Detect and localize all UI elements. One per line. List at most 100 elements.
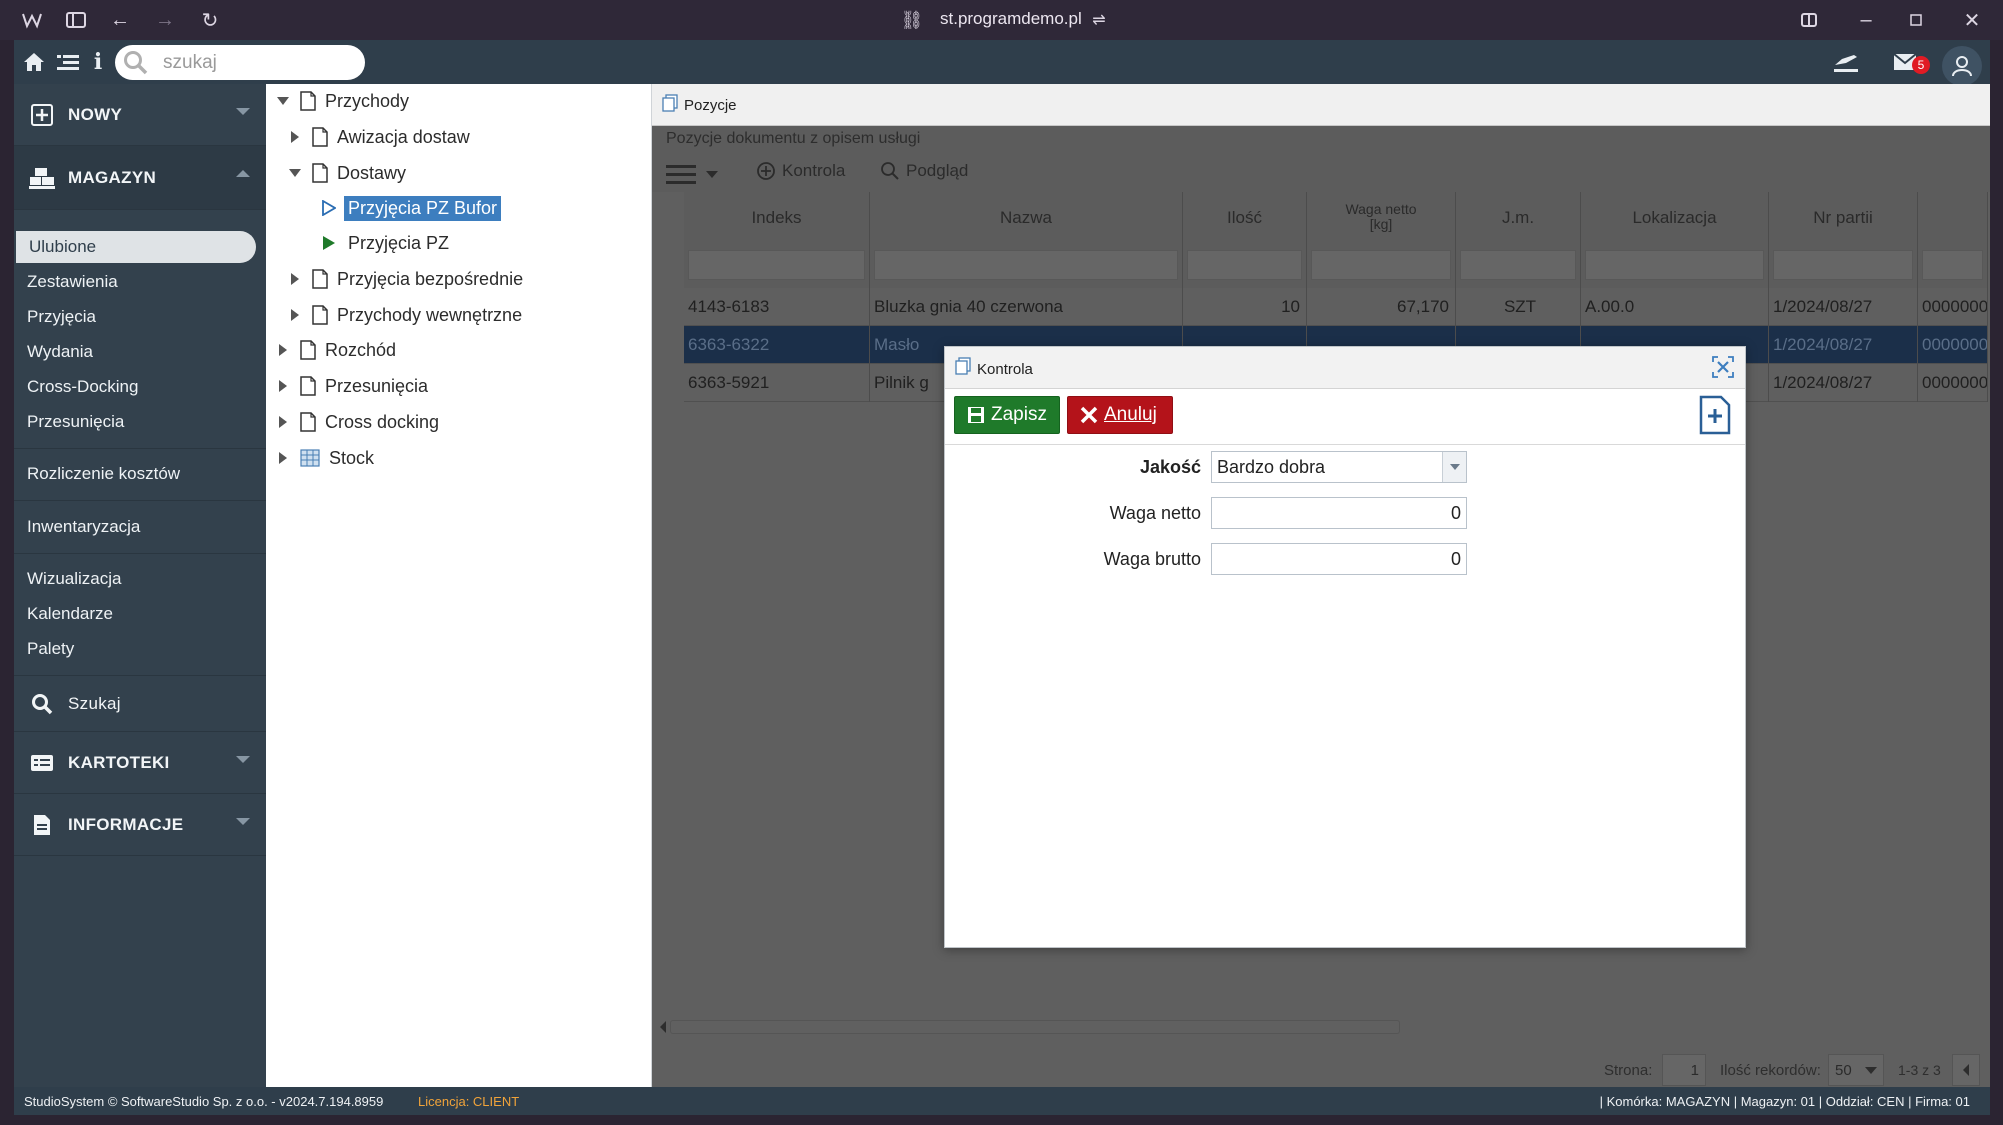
page-input[interactable]: 1 xyxy=(1662,1054,1706,1086)
document-icon xyxy=(312,127,328,147)
add-document-icon[interactable] xyxy=(1699,395,1731,435)
tree-item-stock[interactable]: Stock xyxy=(276,443,374,473)
column-header-ilosc[interactable]: Ilość xyxy=(1183,192,1307,242)
filter-cell[interactable] xyxy=(1581,242,1769,288)
tree-item-przychody[interactable]: Przychody xyxy=(276,86,409,116)
scrollbar-thumb[interactable] xyxy=(670,1020,1400,1034)
caret-right-icon[interactable] xyxy=(276,343,290,357)
nav-item-rozliczenie-kosztow[interactable]: Rozliczenie kosztów xyxy=(14,458,266,490)
column-header-lokalizacja[interactable]: Lokalizacja xyxy=(1581,192,1769,242)
nav-item-przyjecia[interactable]: Przyjęcia xyxy=(14,301,266,333)
nav-item-palety[interactable]: Palety xyxy=(14,633,266,665)
tree-item-awizacja-dostaw[interactable]: Awizacja dostaw xyxy=(288,122,470,152)
nav-item-inwentaryzacja[interactable]: Inwentaryzacja xyxy=(14,511,266,543)
minimize-icon[interactable]: – xyxy=(1852,6,1880,34)
chevron-down-icon[interactable] xyxy=(236,108,250,115)
split-view-icon[interactable] xyxy=(1795,6,1823,34)
net-weight-input[interactable]: 0 xyxy=(1211,497,1467,529)
site-settings-icon[interactable]: ⇌ xyxy=(1085,6,1113,34)
filter-cell[interactable] xyxy=(1918,242,1988,288)
filter-cell[interactable] xyxy=(684,242,870,288)
chevron-down-icon[interactable] xyxy=(236,756,250,763)
user-icon[interactable] xyxy=(1942,46,1982,86)
sidebar-toggle-icon[interactable] xyxy=(62,6,90,34)
prev-page-button[interactable] xyxy=(1952,1054,1980,1086)
close-icon[interactable] xyxy=(1711,355,1735,379)
cell-jm: SZT xyxy=(1456,288,1581,326)
cancel-button[interactable]: Anuluj xyxy=(1067,396,1173,434)
tree-item-dostawy[interactable]: Dostawy xyxy=(288,158,406,188)
nav-item-cross-docking[interactable]: Cross-Docking xyxy=(14,371,266,403)
tree-item-przyjecia-pz[interactable]: Przyjęcia PZ xyxy=(322,228,453,258)
nav-item-wizualizacja[interactable]: Wizualizacja xyxy=(14,563,266,595)
nav-section-informacje[interactable]: INFORMACJE xyxy=(14,794,266,856)
menu-list-icon[interactable] xyxy=(54,48,82,76)
column-header-jm[interactable]: J.m. xyxy=(1456,192,1581,242)
app-window: i 5 NOWY MAGAZYN xyxy=(14,40,1990,1115)
nav-section-label: KARTOTEKI xyxy=(68,752,170,772)
nav-item-kalendarze[interactable]: Kalendarze xyxy=(14,598,266,630)
chevron-down-icon[interactable] xyxy=(1442,452,1466,482)
podglad-button[interactable]: Podgląd xyxy=(880,161,968,181)
cell-waga-netto: 67,170 xyxy=(1307,288,1456,326)
caret-right-icon[interactable] xyxy=(276,451,290,465)
tree-item-przesuniecia[interactable]: Przesunięcia xyxy=(276,371,428,401)
column-header-extra[interactable] xyxy=(1918,192,1988,242)
table-row[interactable]: 4143-6183 Bluzka gnia 40 czerwona 10 67,… xyxy=(684,288,1988,326)
filter-cell[interactable] xyxy=(870,242,1183,288)
search-input[interactable] xyxy=(163,49,353,76)
dialog-header: Kontrola xyxy=(945,347,1745,389)
nav-section-search[interactable]: Szukaj xyxy=(14,676,266,732)
close-window-icon[interactable]: ✕ xyxy=(1958,6,1986,34)
nav-item-wydania[interactable]: Wydania xyxy=(14,336,266,368)
column-header-nr-partii[interactable]: Nr partii xyxy=(1769,192,1918,242)
nav-section-kartoteki[interactable]: KARTOTEKI xyxy=(14,732,266,794)
caret-right-icon[interactable] xyxy=(288,308,302,322)
caret-right-icon[interactable] xyxy=(288,272,302,286)
filter-cell[interactable] xyxy=(1769,242,1918,288)
quality-row: Jakość Bardzo dobra xyxy=(945,451,1745,485)
nav-section-new[interactable]: NOWY xyxy=(14,84,266,146)
column-header-waga-netto[interactable]: Waga netto [kg] xyxy=(1307,192,1456,242)
filter-cell[interactable] xyxy=(1307,242,1456,288)
address-bar[interactable]: st.programdemo.pl xyxy=(940,9,1082,29)
kontrola-button[interactable]: Kontrola xyxy=(756,161,845,181)
save-button[interactable]: Zapisz xyxy=(954,396,1060,434)
filter-cell[interactable] xyxy=(1183,242,1307,288)
gross-weight-input[interactable]: 0 xyxy=(1211,543,1467,575)
maximize-icon[interactable] xyxy=(1902,6,1930,34)
caret-right-icon[interactable] xyxy=(276,379,290,393)
tree-item-przyjecia-bezposrednie[interactable]: Przyjęcia bezpośrednie xyxy=(288,264,523,294)
link-icon[interactable]: ⛓ xyxy=(898,6,926,34)
nav-section-magazyn[interactable]: MAGAZYN xyxy=(14,146,266,210)
nav-item-zestawienia[interactable]: Zestawienia xyxy=(14,266,266,298)
caret-right-icon[interactable] xyxy=(276,415,290,429)
tree-item-przychody-wewnetrzne[interactable]: Przychody wewnętrzne xyxy=(288,300,522,330)
caret-down-icon[interactable] xyxy=(276,94,290,108)
nav-item-przesuniecia[interactable]: Przesunięcia xyxy=(14,406,266,438)
caret-down-icon[interactable] xyxy=(288,166,302,180)
tree-item-rozchod[interactable]: Rozchód xyxy=(276,335,396,365)
chevron-up-icon[interactable] xyxy=(236,170,250,177)
scroll-left-icon[interactable] xyxy=(658,1020,668,1034)
column-header-indeks[interactable]: Indeks xyxy=(684,192,870,242)
horizontal-scrollbar[interactable] xyxy=(660,1018,1970,1034)
records-select[interactable]: 50 xyxy=(1828,1054,1884,1086)
column-header-nazwa[interactable]: Nazwa xyxy=(870,192,1183,242)
tree-item-przyjecia-pz-bufor[interactable]: Przyjęcia PZ Bufor xyxy=(322,193,502,223)
caret-right-icon[interactable] xyxy=(288,130,302,144)
document-icon xyxy=(312,305,328,325)
back-icon[interactable]: ← xyxy=(106,6,134,34)
chevron-down-icon[interactable] xyxy=(236,818,250,825)
quality-select[interactable]: Bardzo dobra xyxy=(1211,451,1467,483)
unloading-icon[interactable] xyxy=(1832,48,1860,76)
filter-cell[interactable] xyxy=(1456,242,1581,288)
nav-item-ulubione[interactable]: Ulubione xyxy=(16,231,256,263)
info-icon[interactable]: i xyxy=(84,48,112,76)
hamburger-menu-icon[interactable] xyxy=(666,164,720,186)
reload-icon[interactable]: ↻ xyxy=(196,6,224,34)
tree-item-cross-docking[interactable]: Cross docking xyxy=(276,407,439,437)
forward-icon[interactable]: → xyxy=(151,6,179,34)
home-icon[interactable] xyxy=(20,48,48,76)
browser-logo-icon[interactable] xyxy=(18,6,46,34)
